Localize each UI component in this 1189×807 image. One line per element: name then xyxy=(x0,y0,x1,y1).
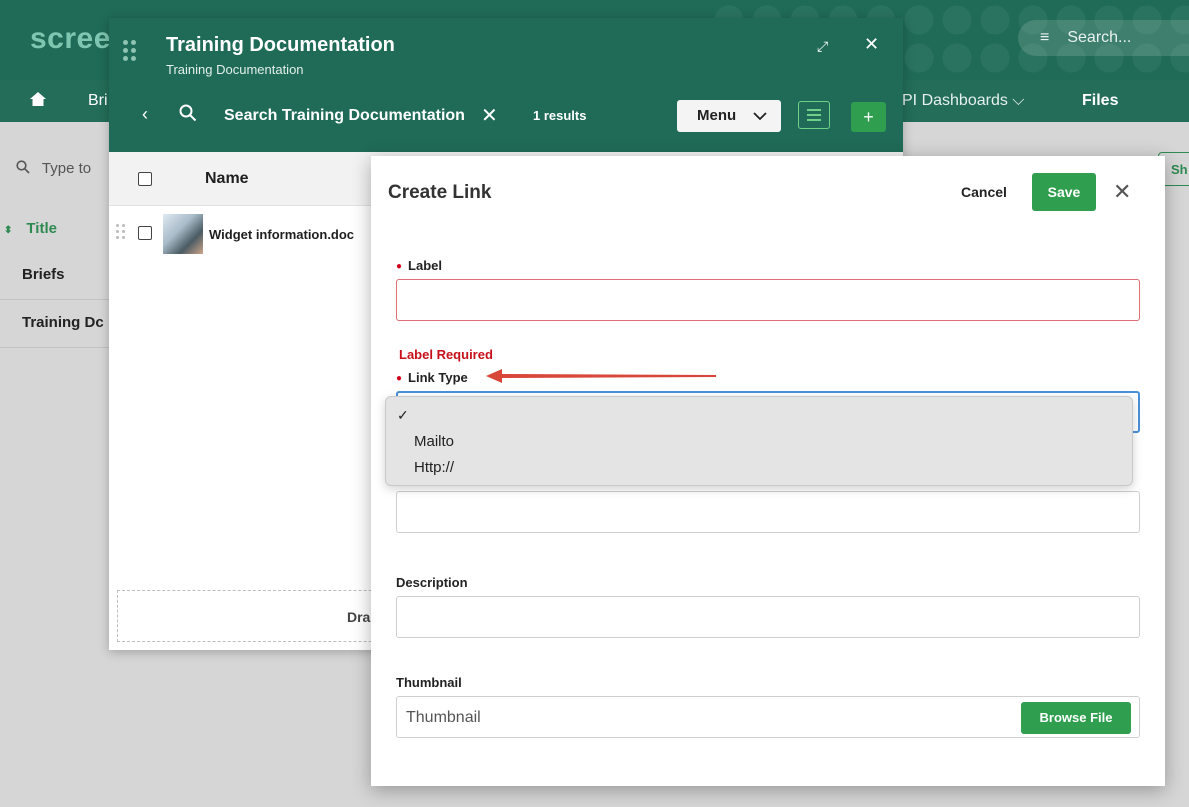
global-search[interactable]: ≡ Search... xyxy=(1018,20,1189,56)
menu-icon: ≡ xyxy=(1040,29,1050,46)
clear-search-icon[interactable]: ✕ xyxy=(481,103,498,128)
select-all-checkbox[interactable] xyxy=(138,172,152,186)
file-row-checkbox[interactable] xyxy=(138,226,152,240)
label-field-label: ● Label xyxy=(396,258,442,273)
search-icon xyxy=(16,160,42,177)
close-icon[interactable]: ✕ xyxy=(864,34,879,55)
filter-placeholder: Type to xyxy=(41,160,92,177)
description-field-label: Description xyxy=(396,575,468,590)
required-dot-icon: ● xyxy=(396,373,403,384)
link-type-field-text: Link Type xyxy=(408,370,468,385)
nav-item-kpi-label: PI Dashboards xyxy=(902,92,1008,109)
name-column-header[interactable]: Name xyxy=(205,170,249,188)
thumbnail-input[interactable]: Thumbnail Browse File xyxy=(396,696,1140,738)
window-subtitle: Training Documentation xyxy=(166,62,304,77)
add-button[interactable]: + xyxy=(851,102,886,132)
app-logo[interactable]: scree xyxy=(30,22,111,56)
menu-label: Menu xyxy=(697,107,737,124)
link-url-input[interactable] xyxy=(396,491,1140,533)
nav-item-briefs[interactable]: Bri xyxy=(88,92,108,110)
description-input[interactable] xyxy=(396,596,1140,638)
search-icon[interactable] xyxy=(179,104,197,122)
label-field-text: Label xyxy=(408,258,443,273)
menu-dropdown-button[interactable]: Menu xyxy=(677,100,781,132)
drag-handle-icon[interactable] xyxy=(123,40,141,66)
drop-zone-label: Dra xyxy=(347,609,371,625)
table-row[interactable]: Briefs xyxy=(0,252,110,300)
file-thumbnail xyxy=(163,214,203,254)
window-search-input[interactable]: Search Training Documentation xyxy=(224,107,465,125)
chevron-down-icon: ⌵ xyxy=(1012,92,1025,109)
home-icon[interactable] xyxy=(30,92,46,111)
link-type-dropdown: ✓ Mailto Http:// xyxy=(385,396,1133,486)
thumbnail-placeholder: Thumbnail xyxy=(406,709,481,726)
link-type-option-http[interactable]: Http:// xyxy=(414,459,454,476)
close-icon[interactable]: ✕ xyxy=(1113,179,1131,205)
nav-item-kpi-dashboards[interactable]: PI Dashboards ⌵ xyxy=(902,92,1024,110)
window-header: Training Documentation Training Document… xyxy=(109,18,903,152)
link-type-option-mailto[interactable]: Mailto xyxy=(414,433,454,450)
checkmark-icon: ✓ xyxy=(397,407,409,423)
annotation-arrow-icon xyxy=(486,369,716,383)
sort-icon: ⬍ xyxy=(4,225,13,236)
required-dot-icon: ● xyxy=(396,261,403,272)
browse-file-button[interactable]: Browse File xyxy=(1021,702,1131,734)
chevron-down-icon xyxy=(753,100,767,132)
cancel-button[interactable]: Cancel xyxy=(961,184,1007,200)
global-search-placeholder: Search... xyxy=(1067,29,1132,46)
create-link-dialog: Create Link Cancel Save ✕ ● Label Label R… xyxy=(371,156,1165,786)
title-column-header[interactable]: ⬍ Title xyxy=(0,212,110,248)
link-type-field-label: ● Link Type xyxy=(396,370,468,385)
results-count: 1 results xyxy=(533,108,587,123)
file-name[interactable]: Widget information.doc xyxy=(209,227,354,242)
thumbnail-field-label: Thumbnail xyxy=(396,675,462,690)
save-button[interactable]: Save xyxy=(1032,173,1096,211)
dialog-title: Create Link xyxy=(388,182,492,203)
window-title: Training Documentation xyxy=(166,34,395,56)
row-drag-handle-icon[interactable] xyxy=(116,224,126,240)
label-error-message: Label Required xyxy=(399,347,493,362)
title-column-label: Title xyxy=(26,220,57,237)
expand-icon[interactable]: ⤢ xyxy=(817,38,828,55)
filter-input[interactable]: Type to xyxy=(16,160,91,177)
nav-item-files[interactable]: Files xyxy=(1082,92,1118,110)
back-chevron-icon[interactable]: ‹ xyxy=(142,104,148,125)
table-row[interactable]: Training Dc xyxy=(0,300,110,348)
label-input[interactable] xyxy=(396,279,1140,321)
list-view-icon[interactable] xyxy=(798,101,830,129)
